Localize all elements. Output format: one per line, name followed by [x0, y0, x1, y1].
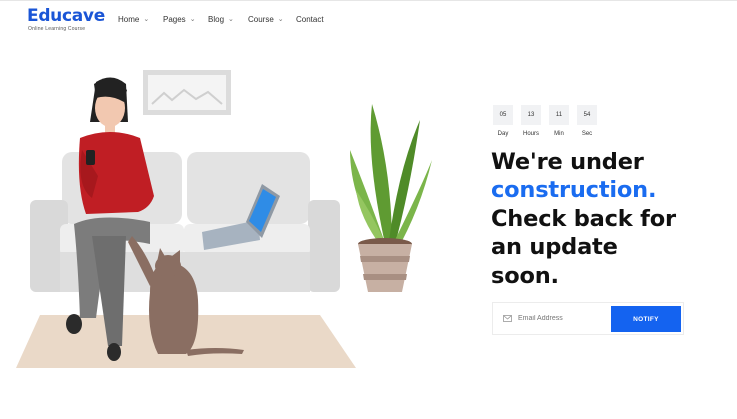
nav-item-home[interactable]: Home ⌄ — [118, 15, 163, 24]
headline-line: soon. — [491, 262, 559, 289]
nav-item-blog[interactable]: Blog ⌄ — [208, 15, 248, 24]
main-nav: Home ⌄ Pages ⌄ Blog ⌄ Course ⌄ Contact — [118, 15, 324, 24]
nav-item-label: Contact — [296, 15, 324, 24]
countdown-minutes: 11 Min — [549, 105, 569, 137]
nav-item-label: Blog — [208, 15, 225, 24]
wall-picture — [143, 70, 231, 115]
chevron-down-icon: ⌄ — [143, 15, 150, 23]
chevron-down-icon: ⌄ — [189, 15, 196, 23]
nav-item-pages[interactable]: Pages ⌄ — [163, 15, 208, 24]
countdown-timer: 05 Day 13 Hours 11 Min 54 Sec — [493, 105, 605, 137]
countdown-label: Hours — [522, 131, 539, 137]
hero-illustration — [16, 70, 432, 368]
countdown-label: Min — [554, 131, 564, 137]
nav-item-label: Home — [118, 15, 140, 24]
headline-line: an update — [491, 234, 618, 261]
top-border — [0, 0, 737, 3]
countdown-hours: 13 Hours — [521, 105, 541, 137]
subscribe-form: NOTIFY — [492, 302, 684, 335]
headline-accent: construction. — [491, 177, 657, 204]
nav-item-label: Pages — [163, 15, 186, 24]
countdown-label: Sec — [581, 131, 593, 137]
countdown-value: 54 — [577, 105, 597, 125]
countdown-value: 13 — [521, 105, 541, 125]
potted-plant — [350, 104, 432, 292]
nav-item-label: Course — [248, 15, 274, 24]
mail-icon — [503, 315, 512, 322]
headline-line: Check back for — [491, 205, 676, 232]
nav-item-course[interactable]: Course ⌄ — [248, 15, 296, 24]
countdown-label: Day — [497, 131, 509, 137]
chevron-down-icon: ⌄ — [228, 15, 234, 23]
chevron-down-icon: ⌄ — [277, 15, 284, 23]
countdown-days: 05 Day — [493, 105, 513, 137]
notify-button[interactable]: NOTIFY — [611, 306, 681, 332]
countdown-value: 11 — [549, 105, 569, 125]
countdown-seconds: 54 Sec — [577, 105, 597, 137]
email-input[interactable] — [518, 315, 608, 322]
headline-line: We're under — [491, 149, 644, 175]
countdown-value: 05 — [493, 105, 513, 125]
nav-item-contact[interactable]: Contact — [296, 15, 324, 24]
page-headline: We're under construction. Check back for… — [491, 148, 731, 290]
brand-tagline: Online Learning Course — [28, 26, 86, 32]
brand-name: Educave — [27, 6, 105, 26]
brand-logo[interactable]: Educave Online Learning Course — [27, 7, 105, 32]
